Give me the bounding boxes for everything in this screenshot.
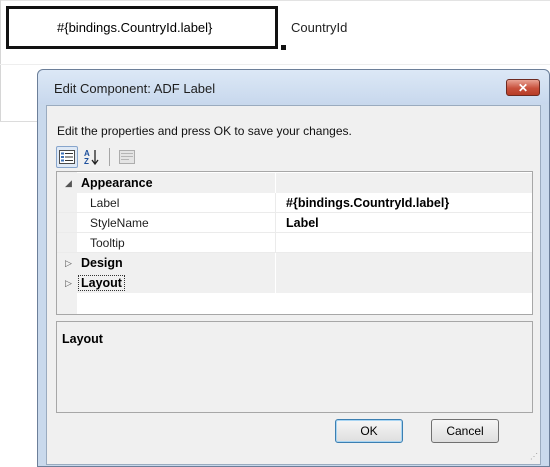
- category-label: Appearance: [81, 176, 153, 190]
- expanded-triangle-icon[interactable]: ◢: [65, 178, 72, 189]
- collapsed-triangle-icon[interactable]: ▷: [65, 258, 72, 269]
- ok-button[interactable]: OK: [335, 419, 403, 443]
- category-label: Design: [81, 256, 123, 270]
- description-title: Layout: [62, 332, 103, 346]
- category-label: Layout: [78, 275, 125, 291]
- canvas-left-border: [0, 0, 1, 122]
- selected-label-component[interactable]: #{bindings.CountryId.label}: [6, 6, 278, 49]
- property-row-stylename[interactable]: StyleName Label: [57, 213, 532, 233]
- canvas-top-border: [0, 0, 550, 1]
- categorized-view-button[interactable]: [56, 146, 78, 168]
- description-panel: Layout: [56, 321, 533, 413]
- output-text-value: CountryId: [291, 20, 348, 35]
- property-row-tooltip[interactable]: Tooltip: [57, 233, 532, 253]
- categorized-view-icon: [59, 150, 75, 164]
- dialog-title-bar[interactable]: Edit Component: ADF Label ✕: [38, 70, 549, 104]
- alphabetical-sort-button[interactable]: A Z: [81, 146, 103, 168]
- cancel-button[interactable]: Cancel: [431, 419, 499, 443]
- resize-grip-icon[interactable]: ⋰: [530, 452, 538, 461]
- property-name: StyleName: [90, 216, 149, 230]
- close-button[interactable]: ✕: [506, 79, 540, 96]
- close-icon: ✕: [517, 80, 529, 95]
- toolbar-separator: [109, 148, 110, 166]
- category-row-appearance[interactable]: ◢ Appearance: [57, 173, 532, 193]
- ok-button-label: OK: [360, 424, 378, 438]
- dialog-title: Edit Component: ADF Label: [54, 81, 216, 96]
- property-value: #{bindings.CountryId.label}: [286, 196, 450, 210]
- focused-category-label: Layout: [78, 275, 125, 291]
- edit-component-dialog: Edit Component: ADF Label ✕ Edit the pro…: [37, 69, 550, 467]
- category-row-layout[interactable]: ▷ Layout: [57, 273, 532, 293]
- dialog-client-area: Edit the properties and press OK to save…: [46, 105, 541, 465]
- dialog-instructions: Edit the properties and press OK to save…: [57, 124, 352, 138]
- property-name: Tooltip: [90, 236, 125, 250]
- property-value: Label: [286, 216, 319, 230]
- sort-az-icon: A Z: [84, 149, 99, 166]
- property-pages-icon: [119, 150, 135, 164]
- property-pages-button[interactable]: [116, 146, 138, 168]
- svg-text:Z: Z: [84, 157, 89, 166]
- label-component-text: #{bindings.CountryId.label}: [57, 20, 213, 35]
- collapsed-triangle-icon[interactable]: ▷: [65, 278, 72, 289]
- canvas-row-divider: [0, 64, 550, 65]
- property-toolbar: A Z: [56, 146, 138, 168]
- cancel-button-label: Cancel: [446, 424, 484, 438]
- category-row-design[interactable]: ▷ Design: [57, 253, 532, 273]
- output-text-component[interactable]: CountryId: [284, 6, 550, 49]
- property-name: Label: [90, 196, 120, 210]
- property-grid: ◢ Appearance Label #{bindings.CountryId.…: [56, 171, 533, 315]
- property-row-label[interactable]: Label #{bindings.CountryId.label}: [57, 193, 532, 213]
